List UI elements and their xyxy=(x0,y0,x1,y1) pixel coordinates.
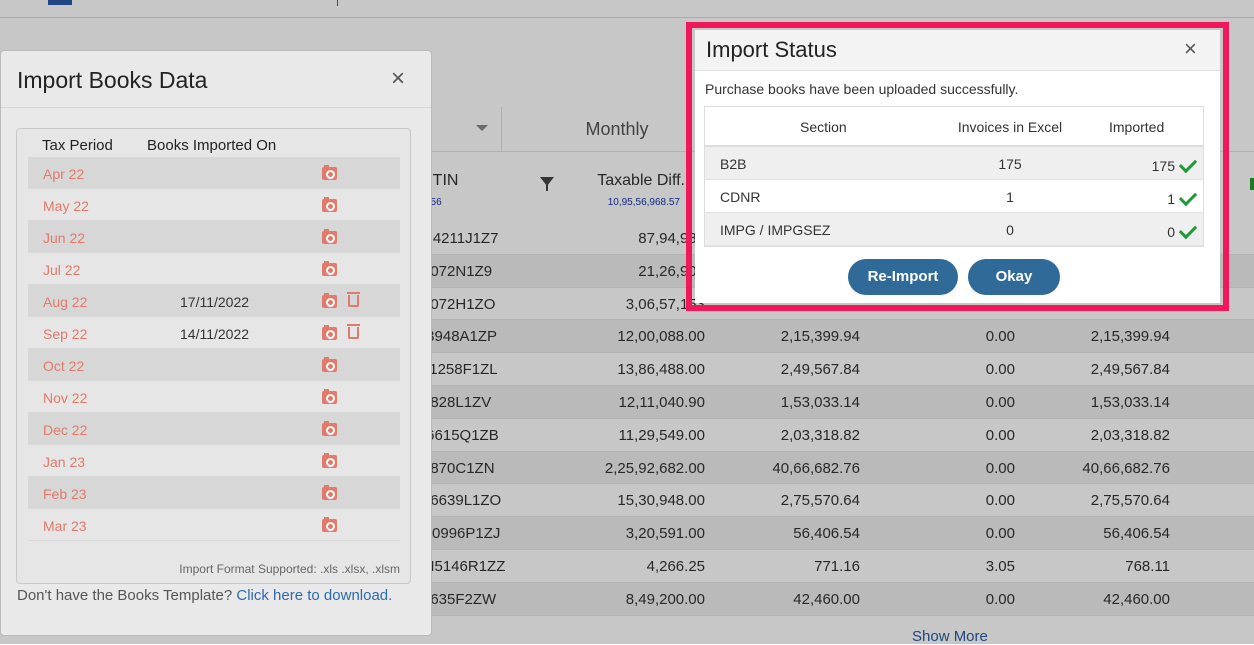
upload-icon[interactable] xyxy=(322,293,337,308)
imported-date: 17/11/2022 xyxy=(180,294,250,310)
list-item: Dec 22 xyxy=(28,413,400,445)
import-books-modal: Import Books Data × Tax Period Books Imp… xyxy=(0,50,432,636)
download-template-link[interactable]: Click here to download. xyxy=(236,587,392,604)
list-item: Jul 22 xyxy=(28,253,400,285)
list-item: Sep 22 14/11/2022 xyxy=(28,317,400,349)
list-item: May 22 xyxy=(28,189,400,221)
template-text: Don't have the Books Template? xyxy=(17,587,237,604)
re-import-button[interactable]: Re-Import xyxy=(848,259,958,295)
list-item: Jan 23 xyxy=(28,445,400,477)
col-header-imported: Imported xyxy=(1109,119,1165,135)
modal-title: Import Status xyxy=(706,37,837,62)
list-item: Oct 22 xyxy=(28,349,400,381)
upload-icon[interactable] xyxy=(322,165,337,180)
table-row: CDNR 1 1 xyxy=(705,180,1203,213)
list-item: Nov 22 xyxy=(28,381,400,413)
okay-button[interactable]: Okay xyxy=(968,259,1060,295)
tax-period[interactable]: Mar 23 xyxy=(43,518,87,534)
upload-icon[interactable] xyxy=(322,229,337,244)
upload-icon[interactable] xyxy=(322,517,337,532)
tax-period[interactable]: Jun 22 xyxy=(43,230,85,246)
list-item: Feb 23 xyxy=(28,477,400,509)
cell-invoices: 1 xyxy=(1006,189,1014,205)
tax-period[interactable]: Nov 22 xyxy=(43,390,87,406)
template-note: Don't have the Books Template? Click her… xyxy=(17,587,392,604)
tax-period[interactable]: Aug 22 xyxy=(43,294,87,310)
import-status-modal: Import Status × Purchase books have been… xyxy=(695,30,1220,303)
upload-icon[interactable] xyxy=(322,197,337,212)
upload-icon[interactable] xyxy=(322,389,337,404)
cell-invoices: 0 xyxy=(1006,222,1014,238)
check-icon xyxy=(1178,187,1198,207)
cell-imported: 175 xyxy=(1151,158,1175,174)
imported-date: 14/11/2022 xyxy=(180,326,250,342)
modal-header: Import Status × xyxy=(695,30,1220,71)
tax-period[interactable]: Apr 22 xyxy=(43,166,84,182)
col-header-tax-period: Tax Period xyxy=(42,137,113,154)
status-table-header: Section Invoices in Excel Imported xyxy=(705,107,1203,147)
check-icon xyxy=(1178,154,1198,174)
header-divider xyxy=(1,107,431,108)
books-table: Apr 22 May 22 Jun 22 Jul 22 Aug 22 17/11/… xyxy=(28,157,400,541)
check-icon xyxy=(1178,220,1198,240)
cell-imported: 1 xyxy=(1167,191,1175,207)
table-row: B2B 175 175 xyxy=(705,147,1203,180)
tax-period[interactable]: Jul 22 xyxy=(43,262,80,278)
upload-icon[interactable] xyxy=(322,485,337,500)
upload-icon[interactable] xyxy=(322,453,337,468)
trash-icon[interactable] xyxy=(347,292,360,307)
tax-period[interactable]: Dec 22 xyxy=(43,422,87,438)
list-item: Jun 22 xyxy=(28,221,400,253)
col-header-invoices: Invoices in Excel xyxy=(957,119,1063,135)
table-row: IMPG / IMPGSEZ 0 0 xyxy=(705,213,1203,246)
col-header-imported-on: Books Imported On xyxy=(147,137,277,154)
col-header-section: Section xyxy=(800,119,847,135)
cell-section: B2B xyxy=(720,156,747,172)
close-icon[interactable]: × xyxy=(1184,36,1197,62)
cell-section: IMPG / IMPGSEZ xyxy=(720,222,831,238)
list-item: Mar 23 xyxy=(28,509,400,541)
upload-icon[interactable] xyxy=(322,357,337,372)
tax-period[interactable]: Sep 22 xyxy=(43,326,87,342)
import-status-table: Section Invoices in Excel Imported B2B 1… xyxy=(704,106,1204,247)
close-icon[interactable]: × xyxy=(391,65,405,93)
trash-icon[interactable] xyxy=(347,324,360,339)
supported-formats-note: Import Format Supported: .xls .xlsx, .xl… xyxy=(179,562,400,576)
upload-icon[interactable] xyxy=(322,325,337,340)
tax-period[interactable]: May 22 xyxy=(43,198,89,214)
books-table-header: Tax Period Books Imported On xyxy=(17,129,410,157)
list-item: Aug 22 17/11/2022 xyxy=(28,285,400,317)
upload-icon[interactable] xyxy=(322,261,337,276)
tax-period[interactable]: Jan 23 xyxy=(43,454,85,470)
cell-invoices: 175 xyxy=(998,156,1022,172)
tax-period[interactable]: Oct 22 xyxy=(43,358,84,374)
cell-imported: 0 xyxy=(1167,224,1175,240)
list-item: Apr 22 xyxy=(28,157,400,189)
success-message: Purchase books have been uploaded succes… xyxy=(705,81,1019,97)
upload-icon[interactable] xyxy=(322,421,337,436)
books-panel: Tax Period Books Imported On Apr 22 May … xyxy=(16,128,411,584)
tax-period[interactable]: Feb 23 xyxy=(43,486,87,502)
modal-title: Import Books Data xyxy=(17,67,208,93)
cell-section: CDNR xyxy=(720,189,761,205)
